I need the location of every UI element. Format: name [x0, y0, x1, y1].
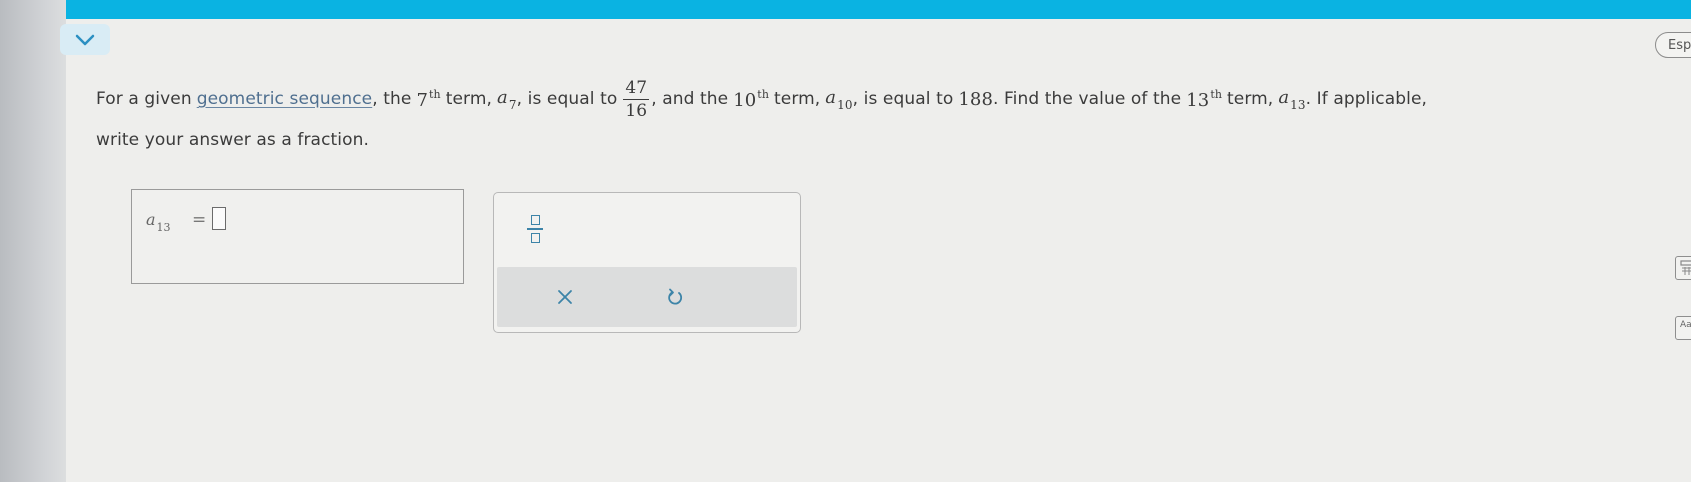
ordinal-10: 10th — [733, 87, 770, 111]
fraction-denominator: 16 — [625, 100, 648, 121]
text-size-icon[interactable]: Aa — [1675, 316, 1691, 340]
equals-sign: = — [192, 210, 207, 230]
question-fragment: , the — [372, 89, 412, 109]
action-bar — [497, 267, 797, 327]
top-accent-bar — [66, 0, 1691, 19]
value-188: 188 — [958, 88, 994, 110]
question-fragment: . If applicable, — [1305, 89, 1428, 109]
calculator-glyph — [1680, 260, 1691, 275]
term-a13: a13 — [1278, 86, 1306, 112]
calculator-icon[interactable] — [1675, 256, 1691, 280]
undo-button[interactable] — [659, 281, 691, 313]
question-fragment: , is equal to — [516, 89, 618, 109]
fraction-bar — [527, 228, 543, 230]
question-fragment: . Find the value of the — [993, 89, 1182, 109]
close-icon — [558, 290, 572, 304]
question-fragment: term, — [445, 89, 493, 109]
term-a7: a7 — [497, 86, 517, 112]
question-line-2: write your answer as a fraction. — [96, 130, 369, 150]
term-a10: a10 — [825, 86, 853, 112]
fraction-47-16: 47 16 — [623, 77, 650, 121]
chevron-down-icon — [75, 34, 95, 45]
answer-variable-label: a13 — [146, 210, 171, 234]
fraction-icon — [530, 215, 540, 226]
clear-button[interactable] — [549, 281, 581, 313]
geometric-sequence-link[interactable]: geometric sequence — [197, 89, 373, 109]
question-text: For a given geometric sequence , the 7th… — [96, 74, 1656, 151]
question-fragment: term, — [1227, 89, 1274, 109]
math-toolbar — [493, 192, 801, 333]
question-fragment: , is equal to — [852, 89, 954, 109]
fraction-button[interactable] — [522, 211, 548, 247]
answer-area: a13 = — [131, 189, 464, 284]
question-fragment: For a given — [96, 89, 192, 109]
collapse-button[interactable] — [60, 24, 110, 55]
text-size-label: Aa — [1680, 320, 1691, 330]
answer-input[interactable] — [212, 207, 226, 230]
ordinal-13: 13th — [1186, 87, 1223, 111]
fraction-numerator: 47 — [623, 77, 650, 100]
undo-icon — [668, 288, 683, 305]
question-fragment: , and the — [651, 89, 729, 109]
ordinal-7: 7th — [416, 87, 441, 111]
language-toggle-button[interactable]: Esp — [1655, 32, 1691, 58]
question-fragment: term, — [774, 89, 821, 109]
left-edge — [0, 0, 66, 482]
fraction-icon-denominator — [530, 232, 540, 243]
question-page: Esp ⌒ Aa For a given geometric sequence … — [60, 0, 1691, 482]
